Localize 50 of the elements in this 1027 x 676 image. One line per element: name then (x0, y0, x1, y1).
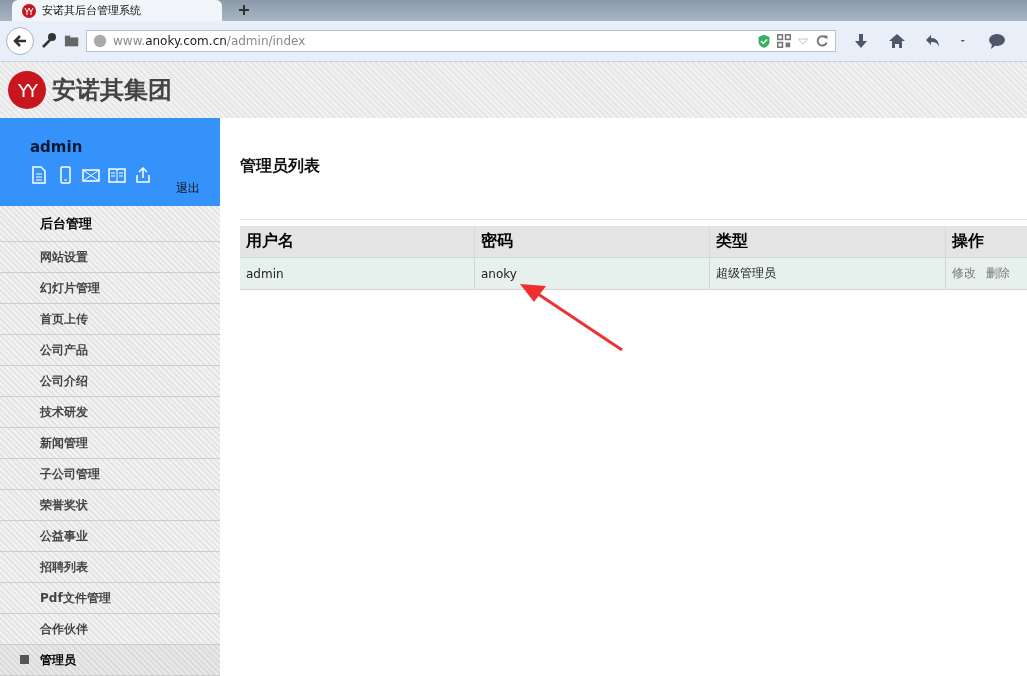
sidebar-item[interactable]: 公司产品 (0, 335, 220, 366)
sidebar-item[interactable]: 幻灯片管理 (0, 273, 220, 304)
mail-icon[interactable] (82, 166, 100, 184)
browser-tab[interactable]: 安诺其后台管理系统 (12, 0, 222, 21)
table-cell: admin (240, 258, 475, 290)
sidebar-item[interactable]: 招聘列表 (0, 552, 220, 583)
sidebar-item[interactable]: 荣誉奖状 (0, 490, 220, 521)
column-header: 操作 (946, 226, 1027, 258)
document-icon[interactable] (30, 166, 48, 184)
plus-icon[interactable] (238, 4, 250, 16)
sidebar-item[interactable]: 公司介绍 (0, 366, 220, 397)
page-title: 管理员列表 (240, 156, 321, 177)
column-header: 类型 (710, 226, 946, 258)
brand-name: 安诺其集团 (52, 75, 172, 106)
logo: YY (8, 71, 46, 109)
home-icon[interactable] (888, 32, 906, 50)
key-icon[interactable] (40, 32, 58, 50)
table-cell: 超级管理员 (710, 258, 946, 290)
table-cell: anoky (475, 258, 710, 290)
logout-link[interactable]: 退出 (176, 180, 200, 197)
shield-icon (757, 32, 771, 50)
sidebar-item[interactable]: 管理员 (0, 645, 220, 676)
column-header: 密码 (475, 226, 710, 258)
tab-title: 安诺其后台管理系统 (42, 3, 141, 18)
share-icon[interactable] (134, 166, 152, 184)
sidebar-item[interactable]: 公益事业 (0, 521, 220, 552)
sidebar-item[interactable]: 子公司管理 (0, 459, 220, 490)
url-text: www.anoky.com.cn/admin/index (113, 34, 307, 48)
sidebar-heading: 后台管理 (0, 206, 220, 242)
username: admin (30, 138, 84, 156)
address-bar[interactable]: www.anoky.com.cn/admin/index (86, 30, 836, 52)
sidebar-item[interactable]: 网站设置 (0, 242, 220, 273)
sidebar-item[interactable]: Pdf文件管理 (0, 583, 220, 614)
reload-icon[interactable] (815, 32, 829, 50)
globe-icon (93, 34, 107, 48)
book-icon[interactable] (108, 166, 126, 184)
sidebar-item[interactable]: 技术研发 (0, 397, 220, 428)
download-icon[interactable] (852, 32, 870, 50)
back-arrow-icon[interactable] (13, 34, 27, 48)
action-link[interactable]: 删除 (986, 265, 1010, 282)
selected-marker (20, 655, 29, 664)
column-header: 用户名 (240, 226, 475, 258)
action-link[interactable]: 修改 (952, 265, 976, 282)
back-button[interactable] (6, 27, 34, 55)
chat-icon[interactable] (988, 32, 1006, 50)
qr-code-icon[interactable] (777, 32, 791, 50)
logo-icon (22, 3, 36, 18)
sidebar-item[interactable]: 合作伙伴 (0, 614, 220, 645)
sidebar-item[interactable]: 新闻管理 (0, 428, 220, 459)
sidebar-item[interactable]: 首页上传 (0, 304, 220, 335)
